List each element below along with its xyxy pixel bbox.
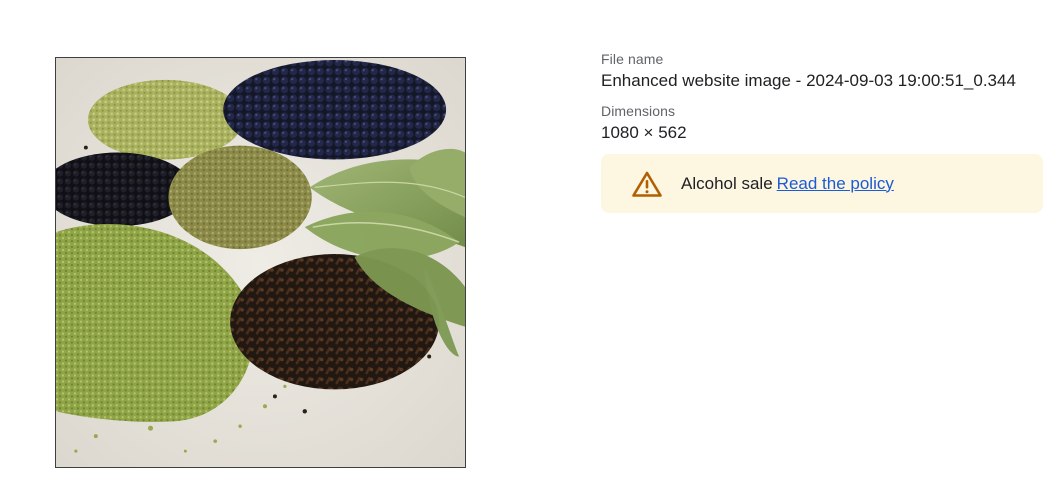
file-name-value: Enhanced website image - 2024-09-03 19:0… xyxy=(601,71,1016,90)
image-preview[interactable] xyxy=(55,57,466,468)
notice-message: Alcohol sale Read the policy xyxy=(681,174,894,194)
dimensions-value: 1080 × 562 xyxy=(601,123,687,142)
spices-photo-icon xyxy=(56,58,465,467)
file-name-field: File name Enhanced website image - 2024-… xyxy=(601,50,1043,92)
dimensions-label: Dimensions xyxy=(601,103,676,119)
dimensions-field: Dimensions 1080 × 562 xyxy=(601,102,1043,144)
image-details-panel: File name Enhanced website image - 2024-… xyxy=(601,50,1043,213)
notice-text: Alcohol sale xyxy=(681,173,773,193)
file-name-label: File name xyxy=(601,51,664,67)
policy-notice-banner: Alcohol sale Read the policy xyxy=(601,154,1043,213)
read-policy-link[interactable]: Read the policy xyxy=(777,174,894,193)
warning-icon xyxy=(632,171,662,197)
image-details-page: File name Enhanced website image - 2024-… xyxy=(0,0,1064,489)
